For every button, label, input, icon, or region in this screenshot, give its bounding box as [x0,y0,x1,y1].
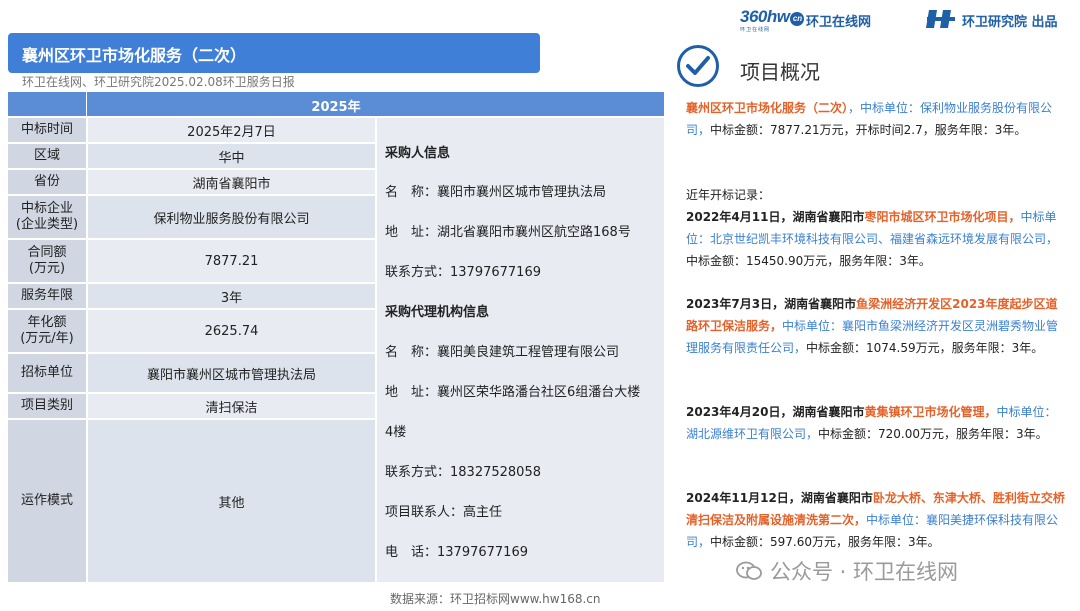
record-date: 2024年11月12日， [686,491,801,505]
table-row: 中标时间 2025年2月7日 [8,118,375,142]
history-record: 2022年4月11日，湖南省襄阳市枣阳市城区环卫市场化项目，中标单位：北京世纪凯… [686,206,1068,272]
row-key: 省份 [8,170,88,194]
table-row: 招标单位 襄阳市襄州区城市管理执法局 [8,354,375,392]
watermark-text: 公众号 · 环卫在线网 [770,560,959,584]
row-key: 项目类别 [8,394,88,418]
overview-title: 项目概况 [740,60,820,84]
row-key: 运作模式 [8,420,88,582]
history-record: 2023年7月3日，湖南省襄阳市鱼梁洲经济开发区2023年度起步区道路环卫保洁服… [686,293,1068,359]
check-circle-icon [677,45,719,87]
row-key: 中标时间 [8,118,88,142]
source-line: 环卫在线网、环卫研究院2025.02.08环卫服务日报 [22,75,295,89]
table-row: 项目类别 清扫保洁 [8,394,375,418]
row-key: 服务年限 [8,284,88,308]
row-value: 2625.74 [88,310,375,352]
page-title: 襄州区环卫市场化服务（二次） [22,46,247,65]
agent-contact: 联系方式：18327528058 [385,465,541,480]
history-record: 2024年11月12日，湖南省襄阳市卧龙大桥、东津大桥、胜利街立交桥清扫保洁及附… [686,487,1068,553]
contact-info-cell: 采购人信息 名 称：襄阳市襄州区城市管理执法局 地 址：湖北省襄阳市襄州区航空路… [377,118,664,582]
record-date: 2022年4月11日， [686,210,793,224]
record-place: 湖南省襄阳市 [784,297,857,311]
page-title-bar: 襄州区环卫市场化服务（二次） [8,33,540,73]
table-row: 年化额 (万元/年) 2625.74 [8,310,375,352]
record-rest: 中标金额：15450.90万元，服务年限：3年。 [686,254,931,268]
hw-research-logo-icon [926,10,955,28]
record-rest: 中标金额：720.00万元，服务年限：3年。 [818,427,1048,441]
buyer-address: 地 址：湖北省襄阳市襄州区航空路168号 [385,225,631,240]
table-row: 区域 华中 [8,144,375,168]
summary-rest: 中标金额：7877.21万元，开标时间2.7，服务年限：3年。 [710,123,1027,137]
record-place: 湖南省襄阳市 [792,405,865,419]
row-value: 2025年2月7日 [88,118,375,142]
table-year: 2025年 [311,100,361,115]
table-row: 运作模式 其他 [8,420,375,582]
record-rest: 中标金额：1074.59万元，服务年限：3年。 [806,341,1044,355]
data-source-footer: 数据来源：环卫招标网www.hw168.cn [390,592,601,606]
agent-address: 地 址：襄州区荣华路潘台社区6组潘台大楼 [385,385,641,400]
record-project: 黄集镇环卫市场化管理， [864,405,997,419]
row-value: 襄阳市襄州区城市管理执法局 [88,354,375,392]
record-rest: 中标金额：597.60万元，服务年限：3年。 [710,535,940,549]
row-value: 华中 [88,144,375,168]
summary-project: 襄州区环卫市场化服务（二次） [686,101,849,115]
project-phone: 电 话：13797677169 [385,545,528,560]
record-place: 湖南省襄阳市 [792,210,865,224]
row-value: 清扫保洁 [88,394,375,418]
row-value: 7877.21 [88,240,375,282]
row-value: 3年 [88,284,375,308]
table-row: 中标企业 (企业类型) 保利物业服务股份有限公司 [8,196,375,238]
buyer-name: 名 称：襄阳市襄州区城市管理执法局 [385,185,607,200]
logo-360hw: 360hw cn 环卫在线网 [740,8,805,33]
buyer-heading: 采购人信息 [385,146,451,161]
logo-360hw-name: 环卫在线网 [806,15,872,30]
table-row: 合同额 (万元) 7877.21 [8,240,375,282]
table-year-header: 2025年 [8,92,664,116]
record-date: 2023年7月3日， [686,297,785,311]
row-key: 招标单位 [8,354,88,392]
row-key: 合同额 (万元) [8,240,88,282]
table-row: 服务年限 3年 [8,284,375,308]
project-contact: 项目联系人：高主任 [385,505,503,520]
agent-heading: 采购代理机构信息 [385,305,490,320]
agent-address-line2: 4楼 [385,425,407,440]
row-value: 其他 [88,420,375,582]
buyer-contact: 联系方式：13797677169 [385,265,541,280]
history-record: 2023年4月20日，湖南省襄阳市黄集镇环卫市场化管理，中标单位：湖北源维环卫有… [686,401,1068,445]
history-label: 近年开标记录： [686,188,771,202]
row-key: 年化额 (万元/年) [8,310,88,352]
overview-summary: 襄州区环卫市场化服务（二次），中标单位：保利物业服务股份有限公司，中标金额：78… [686,97,1068,141]
record-place: 湖南省襄阳市 [800,491,873,505]
wechat-icon [736,561,762,580]
record-date: 2023年4月20日， [686,405,793,419]
record-project: 枣阳市城区环卫市场化项目， [864,210,1021,224]
hw-research-name: 环卫研究院 出品 [962,15,1058,30]
wechat-watermark: 公众号 · 环卫在线网 [736,556,958,586]
logo-360hw-subtitle: 环卫在线网 [740,27,771,33]
row-key: 中标企业 (企业类型) [8,196,88,238]
agent-name: 名 称：襄阳美良建筑工程管理有限公司 [385,345,620,360]
row-key: 区域 [8,144,88,168]
row-value: 湖南省襄阳市 [88,170,375,194]
row-value: 保利物业服务股份有限公司 [88,196,375,238]
table-row: 省份 湖南省襄阳市 [8,170,375,194]
